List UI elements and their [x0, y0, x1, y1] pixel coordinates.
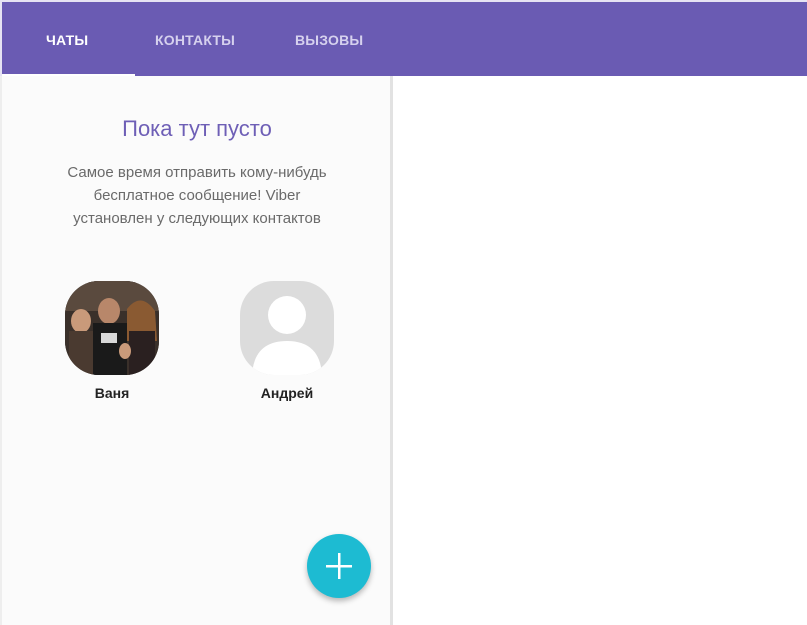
new-chat-button[interactable] — [307, 534, 371, 598]
contact-name: Андрей — [260, 385, 314, 401]
top-tab-bar: ЧАТЫ КОНТАКТЫ ВЫЗОВЫ — [0, 0, 807, 77]
empty-state-title: Пока тут пусто — [122, 116, 272, 141]
chat-list-panel: Пока тут пусто Самое время отправить ком… — [0, 76, 390, 625]
tab-chats[interactable]: ЧАТЫ — [46, 32, 88, 48]
empty-state-message: Самое время отправить кому-нибудь беспла… — [67, 164, 327, 227]
tab-calls[interactable]: ВЫЗОВЫ — [295, 32, 363, 48]
viber-window: ЧАТЫ КОНТАКТЫ ВЫЗОВЫ Пока тут пусто Само… — [0, 0, 807, 625]
contact-item-andrey[interactable]: Андрей — [232, 281, 342, 401]
group-photo-image — [65, 281, 159, 375]
contact-name: Ваня — [94, 385, 130, 401]
tab-contacts[interactable]: КОНТАКТЫ — [155, 32, 235, 48]
contact-item-vanya[interactable]: Ваня — [57, 281, 167, 401]
default-avatar-icon — [240, 281, 334, 375]
plus-icon — [326, 553, 352, 579]
conversation-pane — [393, 76, 807, 625]
person-silhouette-icon — [252, 296, 322, 375]
contact-avatar-photo — [65, 281, 159, 375]
